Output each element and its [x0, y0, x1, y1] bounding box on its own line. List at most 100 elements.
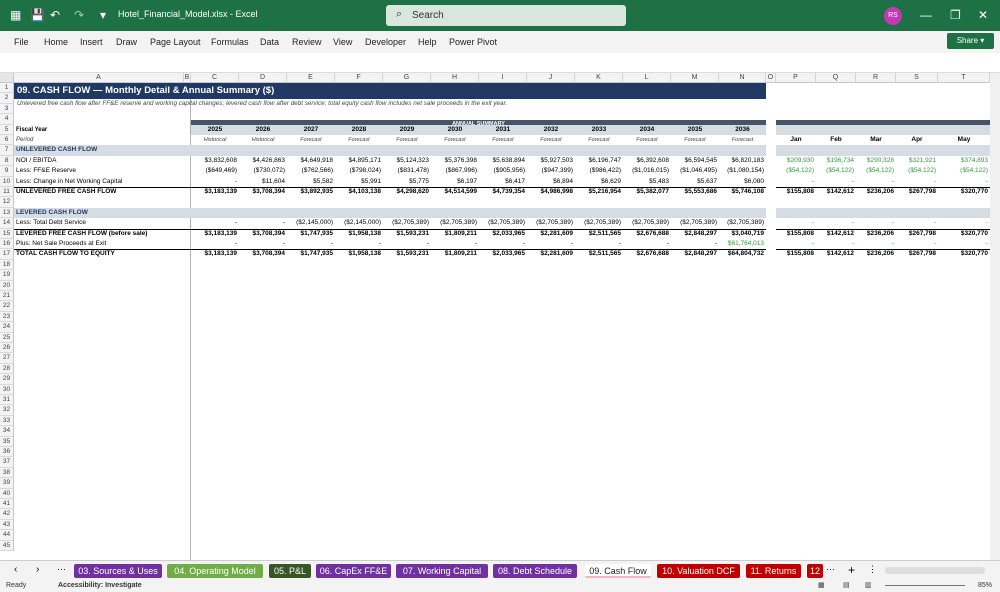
row-header-27[interactable]: 27: [0, 353, 14, 364]
value-cell[interactable]: $1,593,231: [383, 249, 431, 259]
value-cell[interactable]: -: [191, 177, 239, 187]
menu-developer[interactable]: Developer: [365, 37, 406, 47]
column-header-j[interactable]: J: [527, 73, 575, 83]
menu-data[interactable]: Data: [260, 37, 279, 47]
search-box[interactable]: ⌕ Search: [386, 5, 626, 26]
value-cell[interactable]: -: [239, 218, 287, 228]
value-cell[interactable]: $3,892,935: [287, 187, 335, 197]
row-header-31[interactable]: 31: [0, 395, 14, 406]
share-button[interactable]: Share ▾: [947, 33, 994, 49]
value-cell[interactable]: $4,103,138: [335, 187, 383, 197]
monthly-value-cell[interactable]: -: [816, 177, 856, 187]
row-header-36[interactable]: 36: [0, 447, 14, 458]
value-cell[interactable]: $6,417: [479, 177, 527, 187]
zoom-slider[interactable]: [885, 585, 965, 586]
value-cell[interactable]: ($2,145,000): [335, 218, 383, 228]
row-header-16[interactable]: 16: [0, 239, 14, 250]
value-cell[interactable]: $2,281,609: [527, 249, 575, 259]
column-header-r[interactable]: R: [856, 73, 896, 83]
monthly-value-cell[interactable]: $320,770: [938, 249, 990, 259]
menu-insert[interactable]: Insert: [80, 37, 103, 47]
sheet-tab-10[interactable]: 10. Valuation DCF: [657, 564, 740, 578]
monthly-value-cell[interactable]: $142,612: [816, 229, 856, 239]
value-cell[interactable]: $6,196,747: [575, 156, 623, 166]
column-header-q[interactable]: Q: [816, 73, 856, 83]
value-cell[interactable]: ($1,046,495): [671, 166, 719, 176]
row-header-35[interactable]: 35: [0, 436, 14, 447]
row-header-33[interactable]: 33: [0, 415, 14, 427]
value-cell[interactable]: ($1,080,154): [719, 166, 766, 176]
monthly-value-cell[interactable]: -: [896, 177, 938, 187]
monthly-value-cell[interactable]: ($54,122): [776, 166, 816, 176]
column-header-k[interactable]: K: [575, 73, 623, 83]
monthly-value-cell[interactable]: ($54,122): [938, 166, 990, 176]
monthly-value-cell[interactable]: -: [776, 177, 816, 187]
value-cell[interactable]: $1,809,211: [431, 229, 479, 239]
value-cell[interactable]: -: [335, 239, 383, 249]
column-header-e[interactable]: E: [287, 73, 335, 83]
value-cell[interactable]: $6,197: [431, 177, 479, 187]
row-header-45[interactable]: 45: [0, 540, 14, 551]
monthly-value-cell[interactable]: $267,798: [896, 229, 938, 239]
value-cell[interactable]: $6,594,545: [671, 156, 719, 166]
value-cell[interactable]: $5,746,108: [719, 187, 766, 197]
accessibility-status[interactable]: Accessibility: Investigate: [58, 582, 142, 589]
sheet-tab-4[interactable]: 04. Operating Model: [167, 564, 263, 578]
monthly-value-cell[interactable]: -: [938, 218, 990, 228]
value-cell[interactable]: $2,848,297: [671, 249, 719, 259]
monthly-value-cell[interactable]: -: [856, 239, 896, 249]
row-header-2[interactable]: 2: [0, 93, 14, 104]
sheet-options-icon[interactable]: ⋮: [868, 564, 877, 575]
value-cell[interactable]: -: [671, 239, 719, 249]
sheet-tab-9[interactable]: 09. Cash Flow: [585, 564, 651, 578]
row-header-37[interactable]: 37: [0, 457, 14, 468]
value-cell[interactable]: -: [239, 239, 287, 249]
value-cell[interactable]: $11,604: [239, 177, 287, 187]
row-header-38[interactable]: 38: [0, 467, 14, 479]
value-cell[interactable]: $6,629: [575, 177, 623, 187]
row-header-40[interactable]: 40: [0, 488, 14, 499]
minimize-icon[interactable]: —: [920, 8, 932, 22]
monthly-value-cell[interactable]: $321,921: [896, 156, 938, 166]
column-header-s[interactable]: S: [896, 73, 938, 83]
value-cell[interactable]: ($730,072): [239, 166, 287, 176]
row-header-42[interactable]: 42: [0, 509, 14, 520]
value-cell[interactable]: $5,376,398: [431, 156, 479, 166]
value-cell[interactable]: $5,638,894: [479, 156, 527, 166]
value-cell[interactable]: ($867,996): [431, 166, 479, 176]
value-cell[interactable]: $3,708,394: [239, 249, 287, 259]
value-cell[interactable]: -: [191, 239, 239, 249]
value-cell[interactable]: $2,511,565: [575, 249, 623, 259]
redo-icon[interactable]: ↷: [74, 8, 84, 22]
row-header-8[interactable]: 8: [0, 155, 14, 167]
menu-review[interactable]: Review: [292, 37, 322, 47]
monthly-value-cell[interactable]: $155,808: [776, 249, 816, 259]
row-header-17[interactable]: 17: [0, 249, 14, 260]
value-cell[interactable]: $3,040,719: [719, 229, 766, 239]
monthly-value-cell[interactable]: $267,798: [896, 249, 938, 259]
save-icon[interactable]: 💾: [30, 8, 45, 22]
row-header-15[interactable]: 15: [0, 228, 14, 239]
monthly-value-cell[interactable]: $236,206: [856, 229, 896, 239]
column-header-h[interactable]: H: [431, 73, 479, 83]
more-sheets-right-icon[interactable]: ···: [826, 564, 835, 574]
user-avatar[interactable]: RS: [884, 7, 902, 25]
column-header-g[interactable]: G: [383, 73, 431, 83]
column-header-c[interactable]: C: [191, 73, 239, 83]
value-cell[interactable]: ($2,705,389): [671, 218, 719, 228]
value-cell[interactable]: $3,183,139: [191, 229, 239, 239]
value-cell[interactable]: $3,708,394: [239, 187, 287, 197]
monthly-value-cell[interactable]: $196,734: [816, 156, 856, 166]
menu-help[interactable]: Help: [418, 37, 437, 47]
column-header-o[interactable]: O: [766, 73, 776, 83]
row-header-4[interactable]: 4: [0, 114, 14, 125]
value-cell[interactable]: $2,676,688: [623, 229, 671, 239]
row-header-20[interactable]: 20: [0, 280, 14, 291]
row-header-22[interactable]: 22: [0, 301, 14, 312]
normal-view-icon[interactable]: ▦: [818, 581, 825, 589]
sheet-tab-11[interactable]: 11. Returns: [746, 564, 801, 578]
monthly-value-cell[interactable]: ($54,122): [816, 166, 856, 176]
add-sheet-icon[interactable]: +: [848, 563, 855, 577]
row-header-29[interactable]: 29: [0, 374, 14, 385]
monthly-value-cell[interactable]: $320,770: [938, 187, 990, 197]
